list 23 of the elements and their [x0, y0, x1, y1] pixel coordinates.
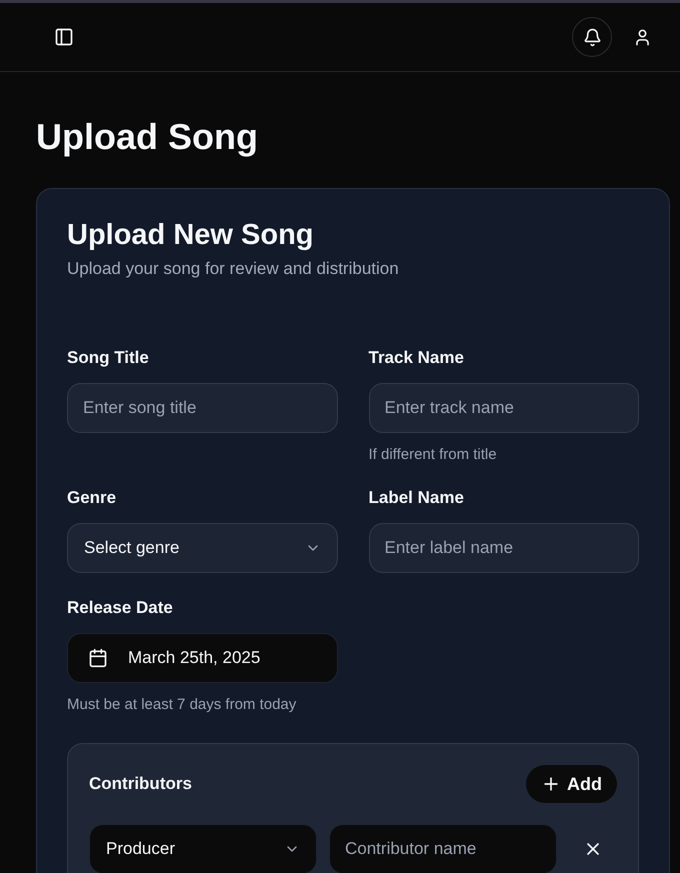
- field-hint: Must be at least 7 days from today: [67, 696, 298, 713]
- calendar-icon: [88, 648, 108, 668]
- card-subtitle: Upload your song for review and distribution: [67, 259, 400, 279]
- text-field[interactable]: Enter label name: [368, 523, 639, 573]
- field-hint: If different from title: [368, 446, 498, 463]
- sidebar-icon: [54, 27, 74, 47]
- text-field[interactable]: Enter track name: [368, 383, 639, 433]
- card-title: Upload New Song: [67, 218, 314, 253]
- field-label: Genre: [67, 487, 118, 509]
- notifications-button[interactable]: [572, 17, 612, 57]
- role-select[interactable]: Producer: [89, 824, 317, 873]
- field-label: Track Name: [368, 347, 465, 369]
- field-label: Label Name: [368, 487, 465, 509]
- page-title: Upload Song: [36, 115, 259, 159]
- bell-icon: [582, 28, 602, 46]
- field-label: Release Date: [67, 597, 174, 619]
- section-title: Contributors: [89, 774, 192, 794]
- date-picker-button[interactable]: March 25th, 2025: [67, 633, 338, 683]
- contributor-name-field[interactable]: Contributor name: [329, 824, 557, 873]
- text-field[interactable]: Enter song title: [67, 383, 338, 433]
- field-label: Song Title: [67, 347, 150, 369]
- genre-select[interactable]: Select genre: [67, 523, 338, 573]
- add-button[interactable]: Add: [526, 765, 617, 803]
